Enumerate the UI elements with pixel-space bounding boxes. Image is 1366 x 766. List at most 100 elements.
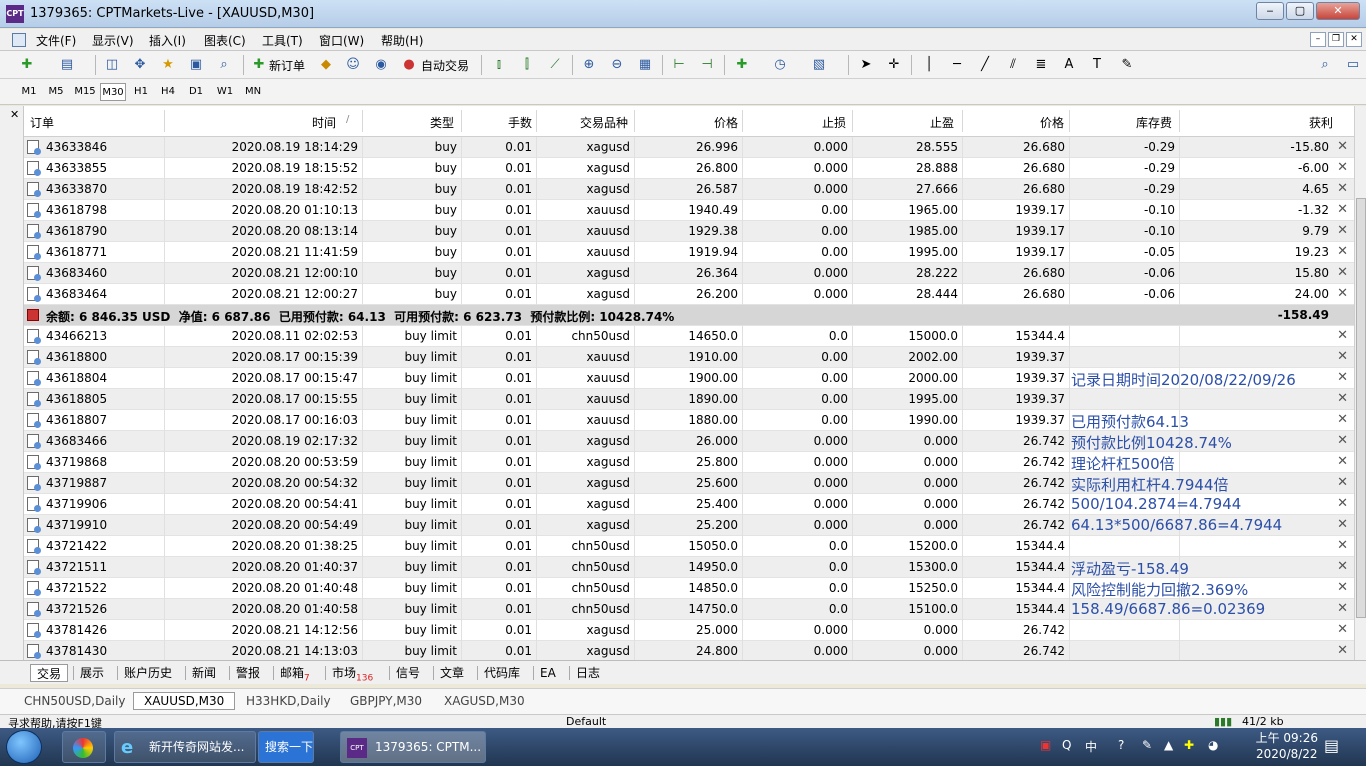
close-order-icon[interactable]: ✕: [1337, 475, 1348, 490]
close-order-icon[interactable]: ✕: [1337, 622, 1348, 637]
taskbar-ie-window[interactable]: e 新开传奇网站发...: [114, 731, 256, 763]
menu-tools[interactable]: 工具(T): [262, 32, 303, 49]
menu-help[interactable]: 帮助(H): [381, 32, 423, 49]
mdi-close-button[interactable]: ✕: [1346, 32, 1362, 47]
terminal-scrollbar[interactable]: [1354, 106, 1366, 660]
col-sl[interactable]: 止损: [822, 114, 846, 131]
chart-shift-icon[interactable]: ⊣: [698, 56, 716, 74]
show-desktop-icon[interactable]: ▤: [1324, 736, 1339, 755]
signals-icon[interactable]: ◉: [372, 56, 390, 74]
crosshair-icon[interactable]: ✛: [885, 56, 903, 74]
table-row[interactable]: 43466213 2020.08.11 02:02:53 buy limit 0.01…: [24, 326, 1354, 347]
col-tp[interactable]: 止盈: [930, 114, 954, 131]
timeframe-w1[interactable]: W1: [214, 83, 236, 101]
timeframe-d1[interactable]: D1: [185, 83, 207, 101]
col-type[interactable]: 类型: [430, 114, 454, 131]
document-icon[interactable]: [12, 33, 26, 47]
col-time[interactable]: 时间: [312, 114, 336, 131]
chart-tab-xagusd-m30[interactable]: XAGUSD,M30: [444, 694, 525, 708]
start-button[interactable]: [6, 730, 42, 764]
close-order-icon[interactable]: ✕: [1337, 517, 1348, 532]
menu-view[interactable]: 显示(V): [92, 32, 134, 49]
tool-tray-icon[interactable]: ✎: [1142, 738, 1152, 752]
col-symbol[interactable]: 交易品种: [580, 114, 628, 131]
tab-account-history[interactable]: 账户历史: [124, 664, 172, 682]
close-order-icon[interactable]: ✕: [1337, 223, 1348, 238]
plus-tray-icon[interactable]: ✚: [1184, 738, 1194, 752]
table-row[interactable]: 43781426 2020.08.21 14:12:56 buy limit 0.01…: [24, 620, 1354, 641]
periods-icon[interactable]: ◷: [771, 56, 789, 74]
auto-trade-icon[interactable]: ●: [400, 56, 418, 74]
col-price[interactable]: 价格: [714, 114, 738, 131]
maximize-button[interactable]: ▢: [1286, 2, 1314, 20]
equidistant-channel-icon[interactable]: ⫽: [1004, 56, 1022, 74]
close-order-icon[interactable]: ✕: [1337, 391, 1348, 406]
tab-news[interactable]: 新闻: [192, 664, 216, 682]
line-chart-icon[interactable]: ⟋: [546, 56, 564, 74]
tab-alerts[interactable]: 警报: [236, 664, 260, 682]
trendline-icon[interactable]: ╱: [976, 56, 994, 74]
tab-experts[interactable]: EA: [540, 664, 556, 682]
menu-file[interactable]: 文件(F): [36, 32, 76, 49]
close-order-icon[interactable]: ✕: [1337, 265, 1348, 280]
tab-journal[interactable]: 日志: [576, 664, 600, 682]
community-icon[interactable]: ☺: [344, 56, 362, 74]
table-row[interactable]: 43721422 2020.08.20 01:38:25 buy limit 0.01…: [24, 536, 1354, 557]
taskbar-app-icon[interactable]: [62, 731, 106, 763]
close-order-icon[interactable]: ✕: [1337, 202, 1348, 217]
terminal-icon[interactable]: ▣: [187, 56, 205, 74]
close-order-icon[interactable]: ✕: [1337, 139, 1348, 154]
bar-chart-icon[interactable]: ⫾: [490, 56, 508, 74]
mdi-minimize-button[interactable]: –: [1310, 32, 1326, 47]
tab-market[interactable]: 市场136: [332, 664, 373, 683]
tab-mailbox[interactable]: 邮箱7: [280, 664, 310, 683]
table-row[interactable]: 43618771 2020.08.21 11:41:59 buy 0.01 xauusd…: [24, 242, 1354, 263]
strategy-tester-icon[interactable]: ⌕: [215, 56, 233, 74]
chat-icon[interactable]: ▭: [1344, 56, 1362, 74]
scrollbar-thumb[interactable]: [1356, 198, 1366, 618]
new-order-button[interactable]: 新订单: [269, 57, 305, 74]
zoom-in-icon[interactable]: ⊕: [580, 56, 598, 74]
market-watch-icon[interactable]: ◫: [103, 56, 121, 74]
close-order-icon[interactable]: ✕: [1337, 349, 1348, 364]
chart-tab-gbpjpy-m30[interactable]: GBPJPY,M30: [350, 694, 422, 708]
horizontal-line-icon[interactable]: ─: [948, 56, 966, 74]
tab-code-base[interactable]: 代码库: [484, 664, 520, 682]
menu-window[interactable]: 窗口(W): [319, 32, 364, 49]
close-order-icon[interactable]: ✕: [1337, 643, 1348, 658]
table-row[interactable]: 43633870 2020.08.19 18:42:52 buy 0.01 xagusd…: [24, 179, 1354, 200]
taskbar-mt4-window[interactable]: CPT 1379365: CPTM...: [340, 731, 486, 763]
text-label-icon[interactable]: T: [1088, 56, 1106, 74]
auto-trade-button[interactable]: 自动交易: [421, 57, 469, 74]
tile-windows-icon[interactable]: ▦: [636, 56, 654, 74]
close-order-icon[interactable]: ✕: [1337, 559, 1348, 574]
col-profit[interactable]: 获利: [1309, 114, 1333, 131]
auto-scroll-icon[interactable]: ⊢: [670, 56, 688, 74]
close-order-icon[interactable]: ✕: [1337, 160, 1348, 175]
navigator-icon[interactable]: ★: [159, 56, 177, 74]
chart-tab-chn50usd-daily[interactable]: CHN50USD,Daily: [24, 694, 125, 708]
close-order-icon[interactable]: ✕: [1337, 454, 1348, 469]
templates-icon[interactable]: ▧: [810, 56, 828, 74]
mdi-restore-button[interactable]: ❐: [1328, 32, 1344, 47]
table-row[interactable]: 43633846 2020.08.19 18:14:29 buy 0.01 xagusd…: [24, 137, 1354, 158]
help-tray-icon[interactable]: ?: [1118, 738, 1124, 752]
close-terminal-icon[interactable]: ✕: [10, 108, 19, 121]
table-row[interactable]: 43618805 2020.08.17 00:15:55 buy limit 0.01…: [24, 389, 1354, 410]
chart-tab-h33hkd-daily[interactable]: H33HKD,Daily: [246, 694, 331, 708]
candlestick-icon[interactable]: ⫿: [518, 56, 536, 74]
tab-trade[interactable]: 交易: [30, 664, 69, 682]
timeframe-mn[interactable]: MN: [241, 83, 265, 101]
tab-signals[interactable]: 信号: [396, 664, 420, 682]
table-row[interactable]: 43618800 2020.08.17 00:15:39 buy limit 0.01…: [24, 347, 1354, 368]
new-order-icon[interactable]: ✚: [250, 56, 268, 74]
fibonacci-icon[interactable]: ≣: [1032, 56, 1050, 74]
col-swap[interactable]: 库存费: [1136, 114, 1172, 131]
close-order-icon[interactable]: ✕: [1337, 538, 1348, 553]
close-button[interactable]: ✕: [1316, 2, 1360, 20]
table-row[interactable]: 43683460 2020.08.21 12:00:10 buy 0.01 xagusd…: [24, 263, 1354, 284]
table-row[interactable]: 43683464 2020.08.21 12:00:27 buy 0.01 xagusd…: [24, 284, 1354, 305]
new-chart-icon[interactable]: ✚: [18, 56, 36, 74]
qq-tray-icon[interactable]: ◕: [1208, 738, 1218, 752]
arrows-icon[interactable]: ✎: [1118, 56, 1136, 74]
